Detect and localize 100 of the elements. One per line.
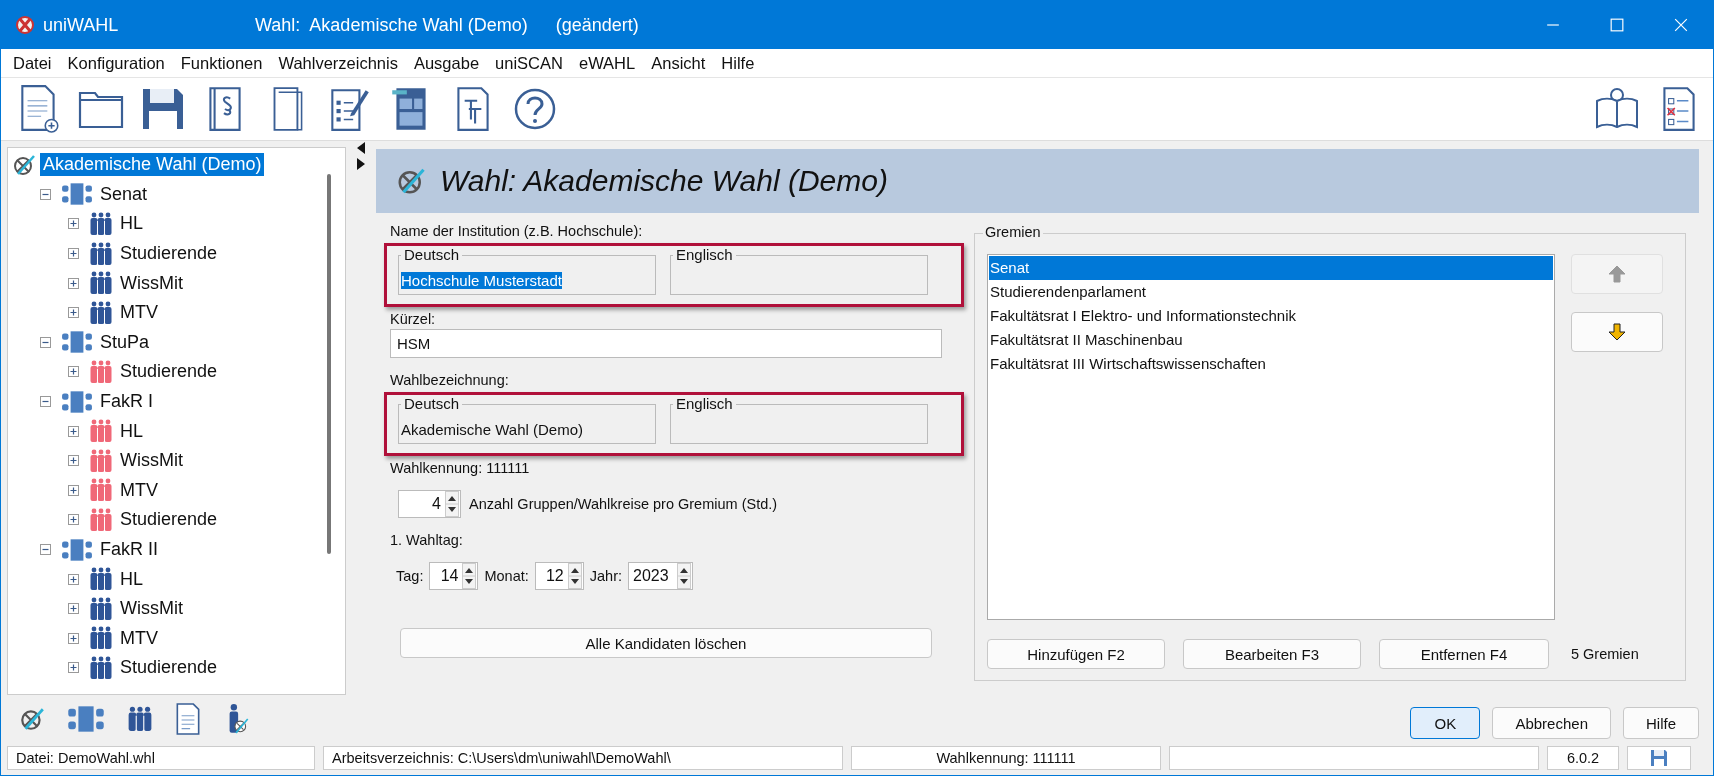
spin-value[interactable]: 14 bbox=[434, 567, 459, 585]
expand-icon[interactable] bbox=[68, 573, 79, 585]
dialog-button[interactable]: Hilfe bbox=[1623, 707, 1699, 739]
spin-value[interactable]: 12 bbox=[539, 567, 564, 585]
field-label: Tag: bbox=[396, 568, 424, 584]
collapse-icon[interactable] bbox=[40, 336, 51, 348]
tree-item[interactable]: FakR I bbox=[97, 390, 156, 414]
gremien-button[interactable]: Hinzufügen F2 bbox=[987, 639, 1165, 669]
expand-icon[interactable] bbox=[68, 514, 79, 526]
menu-item[interactable]: eWAHL bbox=[570, 53, 644, 73]
collapse-icon[interactable] bbox=[40, 188, 51, 200]
table-icon bbox=[61, 537, 93, 562]
gremien-count: 5 Gremien bbox=[1571, 646, 1639, 662]
text-field[interactable]: HSM bbox=[390, 329, 942, 358]
spinner-icon[interactable] bbox=[444, 491, 460, 517]
spin-value[interactable]: 2023 bbox=[633, 567, 673, 585]
list-item[interactable]: Fakultätsrat II Maschinenbau bbox=[989, 328, 1553, 352]
status-panel: 6.0.2 bbox=[1547, 746, 1619, 770]
field-legend: Deutsch bbox=[401, 246, 463, 263]
app-name: uniWAHL bbox=[43, 14, 119, 36]
scrollbar[interactable] bbox=[327, 174, 331, 554]
list-item[interactable]: Studierendenparlament bbox=[989, 280, 1553, 304]
expand-icon[interactable] bbox=[68, 218, 79, 230]
expand-icon[interactable] bbox=[68, 425, 79, 437]
tree-item[interactable]: HL bbox=[117, 212, 146, 236]
spinner-icon[interactable] bbox=[461, 563, 478, 589]
spinner-icon[interactable] bbox=[566, 563, 583, 589]
status-panel: Datei: DemoWahl.whl bbox=[7, 746, 315, 770]
menu-item[interactable]: Ansicht bbox=[643, 53, 714, 73]
menu-item[interactable]: Datei bbox=[5, 53, 60, 73]
tree-item[interactable]: Studierende bbox=[117, 656, 221, 680]
gremien-button[interactable]: Entfernen F4 bbox=[1379, 639, 1549, 669]
field-label: Anzahl Gruppen/Wahlkreise pro Gremium (Std.) bbox=[469, 496, 778, 512]
app-logo-icon bbox=[15, 15, 35, 35]
status-panel: Arbeitsverzeichnis: C:\Users\dm\uniwahl\DemoWahl\ bbox=[323, 746, 843, 770]
menu-item[interactable]: Wahlverzeichnis bbox=[270, 53, 406, 73]
group-legend: Gremien bbox=[983, 224, 1043, 240]
spin-box[interactable]: 4 bbox=[398, 490, 461, 518]
tree-item[interactable]: MTV bbox=[117, 626, 161, 650]
menu-item[interactable]: Hilfe bbox=[713, 53, 763, 73]
tree-item[interactable]: WissMit bbox=[117, 271, 186, 295]
field-label: Monat: bbox=[484, 568, 529, 584]
tree-item[interactable]: MTV bbox=[117, 301, 161, 325]
gremien-button[interactable]: Bearbeiten F3 bbox=[1183, 639, 1361, 669]
field-legend: Deutsch bbox=[401, 395, 463, 412]
expand-icon[interactable] bbox=[68, 484, 79, 496]
tree-item[interactable]: FakR II bbox=[97, 538, 161, 561]
clear-candidates-button[interactable]: Alle Kandidaten löschen bbox=[400, 628, 932, 658]
save-icon[interactable] bbox=[1649, 748, 1669, 768]
tree-item[interactable]: WissMit bbox=[117, 449, 186, 473]
field-label: Kürzel: bbox=[390, 311, 436, 327]
expand-icon[interactable] bbox=[68, 632, 79, 644]
tree-item[interactable]: Studierende bbox=[117, 360, 221, 384]
expand-icon[interactable] bbox=[68, 662, 79, 674]
tree-item[interactable]: Studierende bbox=[117, 508, 221, 532]
page-title: Wahl: Akademische Wahl (Demo) bbox=[440, 164, 888, 198]
menu-item[interactable]: Ausgabe bbox=[405, 53, 488, 73]
dialog-button[interactable]: Abbrechen bbox=[1492, 707, 1611, 739]
list-item[interactable]: Fakultätsrat III Wirtschaftswissenschaften bbox=[989, 352, 1553, 376]
table-icon bbox=[61, 182, 93, 207]
expand-icon[interactable] bbox=[68, 248, 79, 260]
spin-box[interactable]: 2023 bbox=[628, 562, 693, 590]
table-icon bbox=[67, 703, 105, 735]
spin-value[interactable]: 4 bbox=[403, 495, 441, 513]
collapse-icon[interactable] bbox=[40, 396, 51, 408]
expand-icon[interactable] bbox=[68, 603, 79, 615]
tree-item[interactable]: MTV bbox=[117, 478, 161, 502]
document-icon[interactable] bbox=[175, 703, 201, 735]
field-legend: Englisch bbox=[673, 246, 736, 263]
table-icon bbox=[61, 389, 93, 414]
expand-icon[interactable] bbox=[68, 366, 79, 378]
field-label: Name der Institution (z.B. Hochschule): bbox=[390, 223, 643, 239]
tree-item[interactable]: Studierende bbox=[117, 242, 221, 266]
window-title: Wahl: Akademische Wahl (Demo) bbox=[255, 14, 528, 36]
expand-icon[interactable] bbox=[68, 277, 79, 289]
list-item[interactable]: Senat bbox=[989, 256, 1553, 280]
spinner-icon[interactable] bbox=[676, 563, 692, 589]
expand-icon[interactable] bbox=[68, 307, 79, 319]
ballot-cross-icon bbox=[396, 166, 426, 196]
tree-item[interactable]: Akademische Wahl (Demo) bbox=[40, 153, 265, 177]
menu-item[interactable]: Konfiguration bbox=[59, 53, 173, 73]
field-label: Jahr: bbox=[589, 568, 622, 584]
splitter-arrows-icon[interactable] bbox=[356, 141, 366, 171]
modified-indicator: (geändert) bbox=[555, 14, 639, 36]
arrow-down-icon bbox=[1607, 322, 1627, 342]
tree-item[interactable]: StuPa bbox=[97, 330, 153, 354]
menu-item[interactable]: uniSCAN bbox=[487, 53, 571, 73]
field-label: 1. Wahltag: bbox=[390, 532, 463, 548]
tree-item[interactable]: HL bbox=[117, 419, 146, 443]
tree-item[interactable]: HL bbox=[117, 567, 146, 591]
spin-box[interactable]: 12 bbox=[534, 562, 584, 590]
dialog-button[interactable]: OK bbox=[1410, 707, 1481, 739]
field-legend: Englisch bbox=[673, 395, 736, 412]
collapse-icon[interactable] bbox=[40, 544, 51, 555]
expand-icon[interactable] bbox=[68, 455, 79, 467]
menu-item[interactable]: Funktionen bbox=[172, 53, 271, 73]
spin-box[interactable]: 14 bbox=[429, 562, 479, 590]
tree-item[interactable]: Senat bbox=[97, 182, 151, 206]
list-item[interactable]: Fakultätsrat I Elektro- und Informationstechnik bbox=[989, 304, 1553, 328]
tree-item[interactable]: WissMit bbox=[117, 597, 186, 621]
